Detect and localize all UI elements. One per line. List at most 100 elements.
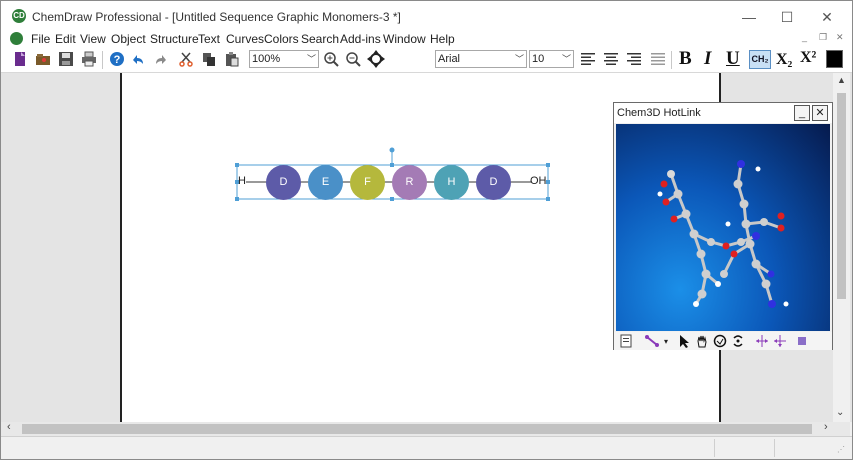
hand-pan-icon[interactable]	[694, 333, 710, 349]
superscript-button[interactable]: X²	[800, 49, 816, 67]
app-window: CD ChemDraw Professional - [Untitled Seq…	[0, 0, 853, 460]
title-bar: CD ChemDraw Professional - [Untitled Seq…	[1, 1, 852, 31]
redo-icon[interactable]	[152, 50, 170, 68]
cut-icon[interactable]	[177, 50, 195, 68]
window-title: ChemDraw Professional - [Untitled Sequen…	[32, 10, 401, 24]
menu-object[interactable]: Object	[111, 32, 146, 46]
menu-bar: File Edit View Object Structure Text Cur…	[1, 31, 852, 47]
open-folder-icon[interactable]	[34, 50, 52, 68]
subscript-button[interactable]: X₂	[776, 51, 792, 69]
monomer-5[interactable]: H	[434, 165, 469, 200]
chevron-down-icon: ﹀	[306, 54, 316, 64]
save-icon[interactable]	[57, 50, 75, 68]
scroll-up-icon[interactable]: ▲	[837, 75, 846, 85]
font-size-select[interactable]: 10 ﹀	[529, 50, 574, 68]
menu-search[interactable]: Search	[301, 32, 339, 46]
font-value: Arial	[438, 53, 461, 65]
hotlink-close-button[interactable]: ✕	[812, 105, 828, 121]
undo-icon[interactable]	[129, 50, 147, 68]
scroll-right-icon[interactable]: ›	[824, 421, 828, 433]
underline-button[interactable]: U	[726, 48, 740, 70]
hotlink-title: Chem3D HotLink	[617, 107, 701, 119]
resize-handle[interactable]	[546, 163, 550, 167]
chevron-down-icon[interactable]: ▾	[658, 333, 674, 349]
menu-help[interactable]: Help	[430, 32, 455, 46]
paste-icon[interactable]	[223, 50, 241, 68]
menu-colors[interactable]: Colors	[264, 32, 299, 46]
monomer-6[interactable]: D	[476, 165, 511, 200]
molecule-3d-view[interactable]	[616, 124, 830, 331]
color-swatch[interactable]	[826, 50, 843, 68]
monomer-3[interactable]: F	[350, 165, 385, 200]
font-select[interactable]: Arial ﹀	[435, 50, 527, 68]
chem3d-hotlink-panel[interactable]: Chem3D HotLink _ ✕ ▾	[613, 102, 833, 350]
status-bar: ⋰	[1, 436, 852, 459]
resize-handle[interactable]	[235, 163, 239, 167]
doc-minimize-button[interactable]: _	[802, 32, 807, 42]
monomer-1[interactable]: D	[266, 165, 301, 200]
chemical-formula-button[interactable]: CH₂	[749, 50, 771, 69]
menu-window[interactable]: Window	[383, 32, 426, 46]
resize-handle[interactable]	[235, 197, 239, 201]
n-terminus-label: H	[238, 175, 246, 187]
stop-icon[interactable]	[794, 333, 810, 349]
resize-handle[interactable]	[390, 197, 394, 201]
scroll-left-icon[interactable]: ‹	[7, 421, 11, 433]
vertical-scroll-thumb[interactable]	[837, 93, 846, 299]
menu-structure[interactable]: Structure	[150, 32, 199, 46]
horizontal-scrollbar[interactable]: ‹ ›	[1, 421, 850, 436]
monomer-2[interactable]: E	[308, 165, 343, 200]
resize-grip-icon[interactable]: ⋰	[837, 445, 845, 454]
menu-curves[interactable]: Curves	[226, 32, 264, 46]
help-icon[interactable]: ?	[108, 50, 126, 68]
align-left-icon[interactable]	[579, 50, 597, 68]
menu-add-ins[interactable]: Add-ins	[340, 32, 381, 46]
copy-icon[interactable]	[200, 50, 218, 68]
hotlink-minimize-button[interactable]: _	[794, 105, 810, 121]
chevron-down-icon: ﹀	[561, 54, 571, 64]
toolbar-separator	[671, 51, 672, 69]
close-button[interactable]: ✕	[807, 6, 847, 28]
chevron-down-icon: ﹀	[514, 54, 524, 64]
select-arrow-icon[interactable]	[676, 333, 692, 349]
doc-restore-button[interactable]: ❐	[819, 32, 827, 43]
align-right-icon[interactable]	[625, 50, 643, 68]
monomer-4[interactable]: R	[392, 165, 427, 200]
resize-handle[interactable]	[546, 197, 550, 201]
rotate-handle[interactable]	[389, 147, 395, 153]
menu-view[interactable]: View	[80, 32, 106, 46]
menu-file[interactable]: File	[31, 32, 50, 46]
menu-edit[interactable]: Edit	[55, 32, 76, 46]
italic-button[interactable]: I	[704, 48, 711, 70]
font-size-value: 10	[532, 53, 545, 65]
document-icon[interactable]	[10, 32, 23, 45]
rotate-icon[interactable]	[712, 333, 728, 349]
zoom-out-icon[interactable]	[344, 50, 362, 68]
status-cell	[774, 439, 834, 457]
justify-icon[interactable]	[649, 50, 667, 68]
zoom-in-icon[interactable]	[322, 50, 340, 68]
toolbar-separator	[102, 51, 103, 69]
scroll-down-icon[interactable]: ⌄	[836, 407, 844, 418]
hotlink-document-icon[interactable]	[618, 333, 634, 349]
molecule-3d-model	[657, 160, 789, 308]
translate-x-icon[interactable]	[754, 333, 770, 349]
vertical-scrollbar[interactable]: ▲ ⌄	[833, 73, 850, 422]
zoom-select[interactable]: 100% ﹀	[249, 50, 319, 68]
maximize-button[interactable]: ☐	[767, 6, 807, 28]
translate-y-icon[interactable]	[772, 333, 788, 349]
minimize-button[interactable]: —	[729, 6, 769, 28]
align-center-icon[interactable]	[602, 50, 620, 68]
horizontal-scroll-thumb[interactable]	[22, 424, 812, 434]
menu-text[interactable]: Text	[198, 32, 220, 46]
bold-button[interactable]: B	[679, 48, 692, 70]
print-icon[interactable]	[80, 50, 98, 68]
svg-text:?: ?	[114, 54, 121, 66]
new-document-icon[interactable]	[11, 50, 29, 68]
resize-handle[interactable]	[390, 163, 394, 167]
rotate-view-icon[interactable]	[367, 50, 385, 68]
hotlink-toolbar: ▾	[614, 332, 832, 350]
zoom-spin-icon[interactable]	[730, 333, 746, 349]
status-cell	[714, 439, 774, 457]
doc-close-button[interactable]: ✕	[836, 32, 844, 43]
